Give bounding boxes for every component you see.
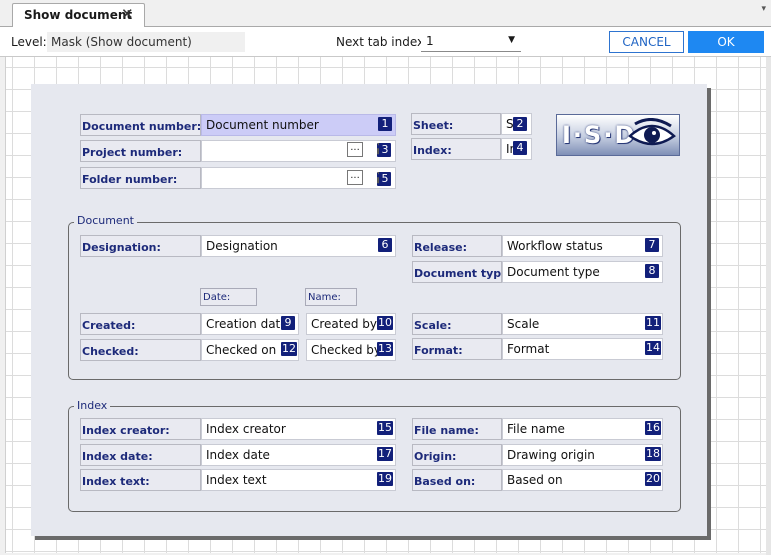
designation-label: Designation: [80, 235, 201, 257]
project-number-label: Project number: [80, 140, 201, 162]
tab-index-badge: 12 [281, 342, 297, 356]
format-label: Format: [412, 338, 502, 360]
scale-field[interactable]: Scale [502, 313, 663, 335]
level-label: Level: [11, 35, 47, 49]
next-tab-index-select[interactable]: 1 ▼ [421, 31, 521, 52]
tab-index-badge: 13 [377, 342, 393, 356]
index-label: Index: [411, 138, 501, 160]
document-number-label: Document number: [80, 114, 201, 136]
tab-index-badge: 9 [281, 316, 295, 330]
tab-index-badge: 14 [645, 341, 661, 355]
tab-index-badge: 16 [645, 421, 661, 435]
tab-index-badge: 11 [645, 316, 661, 330]
tab-index-badge: 20 [645, 472, 661, 486]
document-type-field[interactable]: Document type [502, 261, 663, 283]
tab-index-badge: 15 [377, 421, 393, 435]
scale-label: Scale: [412, 313, 502, 335]
tab-index-badge: 17 [377, 447, 393, 461]
release-label: Release: [412, 235, 502, 257]
sheet-label: Sheet: [411, 113, 501, 135]
project-number-field[interactable] [201, 140, 396, 162]
file-name-label: File name: [412, 418, 502, 440]
tab-index-badge: 2 [513, 117, 527, 131]
tab-index-badge: 5 [377, 172, 391, 186]
index-group-title: Index [74, 399, 111, 412]
folder-number-label: Folder number: [80, 167, 201, 189]
format-field[interactable]: Format [502, 338, 663, 360]
origin-label: Origin: [412, 444, 502, 466]
origin-field[interactable]: Drawing origin [502, 444, 663, 466]
browse-button[interactable]: ... [347, 142, 363, 157]
tab-index-badge: 19 [377, 472, 393, 486]
tab-index-badge: 18 [645, 447, 661, 461]
index-date-label: Index date: [80, 444, 201, 466]
tab-index-badge: 8 [645, 264, 659, 278]
document-type-label: Document type: [412, 261, 502, 283]
index-text-label: Index text: [80, 469, 201, 491]
date-caption: Date: [200, 288, 257, 306]
isd-logo: I·S·D [556, 114, 680, 156]
chevron-down-icon[interactable]: ▾ [761, 4, 766, 14]
based-on-field[interactable]: Based on [502, 469, 663, 491]
tab-index-badge: 7 [645, 238, 659, 252]
next-tab-index-label: Next tab index: [336, 35, 429, 49]
tab-title: Show document [24, 8, 133, 22]
level-field: Mask (Show document) [47, 32, 245, 52]
release-field[interactable]: Workflow status [502, 235, 663, 257]
created-label: Created: [80, 313, 201, 335]
index-text-field[interactable]: Index text [201, 469, 396, 491]
browse-button[interactable]: ... [347, 170, 363, 185]
logo-text: I·S·D [562, 121, 637, 149]
cancel-button[interactable]: CANCEL [609, 31, 684, 53]
next-tab-index-value: 1 [426, 34, 434, 48]
ok-button[interactable]: OK [688, 31, 764, 53]
checked-label: Checked: [80, 339, 201, 361]
chevron-down-icon: ▼ [508, 35, 515, 45]
index-creator-label: Index creator: [80, 418, 201, 440]
designation-field[interactable]: Designation [201, 235, 396, 257]
close-icon[interactable]: ✕ [121, 5, 134, 23]
tab-index-badge: 3 [377, 143, 391, 157]
document-number-field[interactable]: Document number [201, 114, 396, 136]
document-group-title: Document [74, 214, 137, 227]
file-name-field[interactable]: File name [502, 418, 663, 440]
tab-strip: Show document ✕ ▾ [0, 0, 771, 28]
name-caption: Name: [305, 288, 357, 306]
folder-number-field[interactable] [201, 167, 396, 189]
based-on-label: Based on: [412, 469, 502, 491]
tab-show-document[interactable]: Show document ✕ [12, 3, 145, 28]
index-date-field[interactable]: Index date [201, 444, 396, 466]
tab-index-badge: 6 [378, 238, 392, 252]
toolbar: Level: Mask (Show document) Next tab ind… [0, 27, 771, 57]
eye-logo-icon [628, 118, 676, 146]
tab-index-badge: 4 [513, 141, 527, 155]
vertical-scrollbar[interactable] [766, 57, 771, 555]
tab-index-badge: 1 [378, 117, 392, 131]
index-creator-field[interactable]: Index creator [201, 418, 396, 440]
tab-index-badge: 10 [377, 316, 393, 330]
